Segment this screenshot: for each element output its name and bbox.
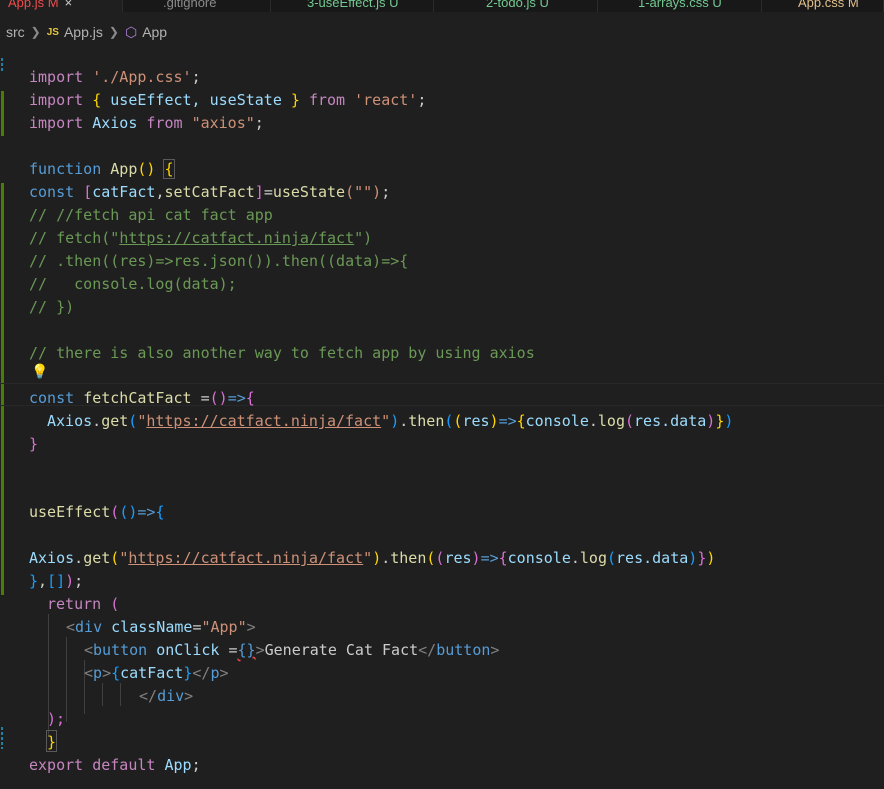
code-line-div-close: </div> (139, 687, 194, 705)
tab-2-todo[interactable]: 2-todo.js U (434, 0, 598, 12)
code-line-import-axios: import Axios from "axios"; (29, 114, 264, 132)
gutter-modified-marker (1, 58, 3, 71)
code-line-return-close: ); (47, 710, 66, 728)
tab-bar: App.js M × .gitignore 3-useEffect.js U 2-… (0, 0, 884, 12)
code-line-comment: // there is also another way to fetch ap… (29, 344, 535, 362)
code-line-axios-get: Axios.get("https://catfact.ninja/fact").… (47, 412, 734, 430)
tab-app-js[interactable]: App.js M × (0, 0, 123, 12)
tab-3-useeffect[interactable]: 3-useEffect.js U (271, 0, 434, 12)
code-line-function-close: } (45, 730, 58, 752)
close-icon[interactable]: × (65, 0, 73, 10)
code-line-comment: // fetch("https://catfact.ninja/fact") (29, 229, 373, 247)
code-line-comment: // }) (29, 298, 75, 316)
breadcrumb-folder[interactable]: src (6, 24, 25, 40)
code-line-comment: // //fetch api cat fact app (29, 206, 273, 224)
code-line-import-react: import { useEffect, useState } from 'rea… (29, 91, 427, 109)
tab-1-arrays[interactable]: 1-arrays.css U (598, 0, 762, 12)
code-line-function-decl: function App() { (29, 159, 175, 179)
code-line-effect-end: },[]); (29, 572, 84, 590)
code-line-close-brace: } (29, 435, 39, 453)
code-line-import-css: import './App.css'; (29, 68, 201, 86)
code-line-axios-get-effect: Axios.get("https://catfact.ninja/fact").… (29, 549, 716, 567)
code-line-p: <p>{catFact}</p> (84, 664, 229, 682)
code-line-use-effect: useEffect(()=>{ (29, 503, 165, 521)
code-line-comment: // .then((res)=>res.json()).then((data)=… (29, 252, 409, 270)
breadcrumb: src ❯ JS App.js ❯ ⬡ App (0, 20, 884, 44)
indent-guide (66, 637, 67, 722)
code-line-comment: // console.log(data); (29, 275, 237, 293)
code-line-fetch-decl: const fetchCatFact =()=>{ (29, 389, 255, 407)
code-line-return: return ( (47, 595, 120, 613)
symbol-method-icon: ⬡ (124, 23, 138, 40)
code-line-div-open: <div className="App"> (66, 618, 256, 636)
chevron-right-icon: ❯ (30, 25, 41, 39)
tab-gitignore[interactable]: .gitignore (123, 0, 271, 12)
code-line-export: export default App; (29, 756, 201, 774)
code-editor[interactable]: import './App.css'; import { useEffect, … (0, 54, 884, 789)
indent-guide (120, 683, 121, 706)
breadcrumb-symbol[interactable]: App (142, 24, 167, 40)
gutter-modified-marker (1, 727, 3, 749)
chevron-right-icon: ❯ (108, 25, 119, 39)
breadcrumb-file[interactable]: App.js (64, 24, 103, 40)
code-line-use-state: const [catFact,setCatFact]=useState(""); (29, 183, 391, 201)
code-line-button: <button onClick ={}>Generate Cat Fact</b… (84, 641, 500, 659)
tab-app-css[interactable]: App.css M (762, 0, 884, 12)
javascript-file-icon: JS (46, 26, 59, 38)
gutter-added-marker (1, 91, 4, 136)
lightbulb-icon[interactable]: 💡 (31, 363, 48, 381)
indent-guide (102, 683, 103, 706)
